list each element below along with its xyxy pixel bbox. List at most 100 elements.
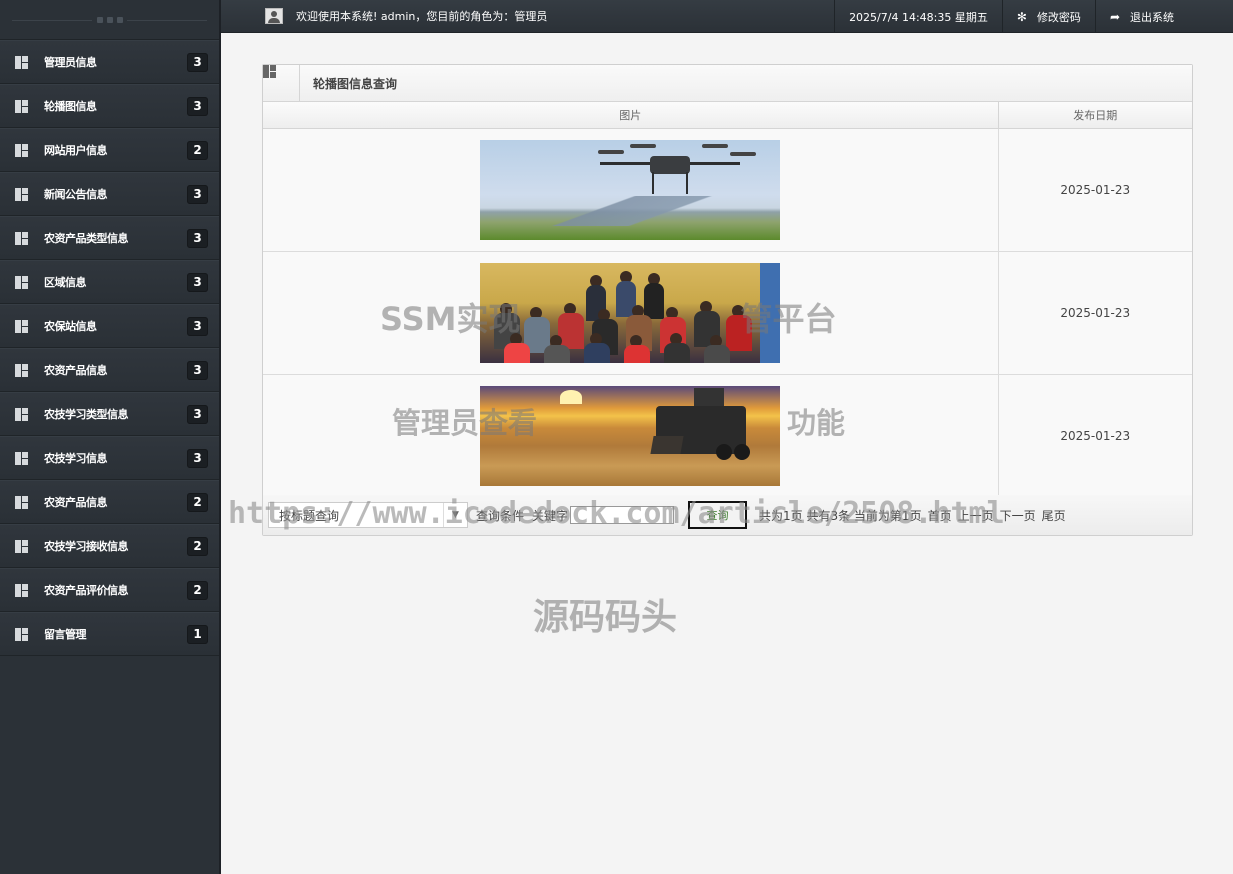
- gear-icon: ✻: [1016, 9, 1027, 24]
- sidebar-item-label: 农资产品信息: [44, 364, 108, 377]
- sidebar-header: [0, 0, 219, 40]
- count-badge: 3: [187, 404, 208, 424]
- sidebar-item-label: 农资产品类型信息: [44, 232, 129, 245]
- sidebar-item-label: 农技学习类型信息: [44, 408, 129, 421]
- grid-icon: [15, 583, 28, 597]
- keyword-input[interactable]: [570, 506, 675, 524]
- panel-title: 轮播图信息查询: [313, 76, 398, 91]
- sidebar-item-label: 农技学习接收信息: [44, 540, 129, 553]
- sidebar-item[interactable]: 农技学习接收信息 2: [0, 524, 219, 568]
- sidebar-item[interactable]: 农资产品类型信息 3: [0, 216, 219, 260]
- last-page-link[interactable]: 尾页: [1042, 507, 1066, 524]
- count-badge: 1: [187, 624, 208, 644]
- count-badge: 3: [187, 228, 208, 248]
- sidebar-item-label: 新闻公告信息: [44, 188, 108, 201]
- condition-label: 查询条件: [476, 508, 525, 523]
- table-header-row: 图片 发布日期: [263, 102, 1192, 129]
- grid-icon: [15, 55, 28, 69]
- sidebar-item[interactable]: 网站用户信息 2: [0, 128, 219, 172]
- grid-icon: [15, 187, 28, 201]
- sidebar-item[interactable]: 留言管理 1: [0, 612, 219, 656]
- grid-icon: [15, 363, 28, 377]
- keyword-label: 关键字: [532, 508, 569, 523]
- grid-icon: [15, 231, 28, 245]
- column-header-date: 发布日期: [998, 102, 1192, 129]
- date-cell: 2025-01-23: [998, 251, 1192, 375]
- count-badge: 2: [187, 492, 208, 512]
- change-password-label: 修改密码: [1036, 10, 1081, 24]
- date-cell: 2025-01-23: [998, 374, 1192, 498]
- user-avatar-icon: [265, 8, 283, 24]
- welcome-text: 欢迎使用本系统! admin，您目前的角色为：管理员: [296, 10, 548, 23]
- sidebar-item[interactable]: 轮播图信息 3: [0, 84, 219, 128]
- sidebar-item[interactable]: 农资产品信息 3: [0, 348, 219, 392]
- sidebar-item[interactable]: 区域信息 3: [0, 260, 219, 304]
- grid-icon: [15, 451, 28, 465]
- image-cell: [263, 128, 999, 252]
- column-header-image: 图片: [263, 102, 999, 129]
- crowd-field-image[interactable]: [480, 262, 781, 363]
- count-badge: 2: [187, 140, 208, 160]
- sidebar-item[interactable]: 农保站信息 3: [0, 304, 219, 348]
- sidebar-item[interactable]: 农资产品评价信息 2: [0, 568, 219, 612]
- next-page-link[interactable]: 下一页: [1000, 507, 1036, 524]
- sidebar-item[interactable]: 农技学习类型信息 3: [0, 392, 219, 436]
- sidebar-item-label: 农技学习信息: [44, 452, 108, 465]
- prev-page-link[interactable]: 上一页: [958, 507, 994, 524]
- sidebar-item-label: 农资产品评价信息: [44, 584, 129, 597]
- panel-header: 轮播图信息查询: [263, 64, 1192, 102]
- grid-icon: [15, 495, 28, 509]
- image-cell: [263, 374, 999, 498]
- chevron-down-icon: ▼: [443, 503, 467, 527]
- grid-icon: [15, 275, 28, 289]
- count-badge: 3: [187, 184, 208, 204]
- table-row: 2025-01-23: [263, 251, 1192, 375]
- drone-field-image[interactable]: [480, 139, 781, 240]
- carousel-panel: 轮播图信息查询 图片 发布日期 2025-01-23 2025-01-23 20…: [262, 64, 1193, 536]
- count-badge: 3: [187, 360, 208, 380]
- query-button[interactable]: 查询: [688, 501, 748, 529]
- date-cell: 2025-01-23: [998, 128, 1192, 252]
- count-badge: 2: [187, 536, 208, 556]
- sidebar-item-label: 区域信息: [44, 276, 87, 289]
- grid-icon: [15, 407, 28, 421]
- drag-handle-icon: [96, 16, 123, 23]
- carousel-table: 图片 发布日期 2025-01-23 2025-01-23 2025-01-23: [263, 102, 1192, 498]
- count-badge: 3: [187, 96, 208, 116]
- sidebar-item[interactable]: 管理员信息 3: [0, 40, 219, 84]
- top-bar: 欢迎使用本系统! admin，您目前的角色为：管理员 2025/7/4 14:4…: [221, 0, 1233, 33]
- datetime-display: 2025/7/4 14:48:35 星期五: [834, 0, 1002, 33]
- grid-icon: [15, 143, 28, 157]
- grid-icon: [15, 319, 28, 333]
- sidebar-item-label: 管理员信息: [44, 56, 97, 69]
- harvester-sunset-image[interactable]: [480, 385, 781, 486]
- logout-button[interactable]: ➦ 退出系统: [1094, 0, 1188, 33]
- sidebar-item-label: 农保站信息: [44, 320, 97, 333]
- table-row: 2025-01-23: [263, 374, 1192, 498]
- sidebar-item[interactable]: 新闻公告信息 3: [0, 172, 219, 216]
- datetime-text: 2025/7/4 14:48:35 星期五: [849, 10, 988, 24]
- table-row: 2025-01-23: [263, 128, 1192, 252]
- first-page-link[interactable]: 首页: [928, 507, 952, 524]
- share-arrow-icon: ➦: [1109, 9, 1120, 24]
- sidebar-item-label: 留言管理: [44, 628, 87, 641]
- grid-icon: [15, 539, 28, 553]
- logout-label: 退出系统: [1130, 10, 1174, 24]
- sidebar-item[interactable]: 农技学习信息 3: [0, 436, 219, 480]
- search-field-select[interactable]: 按标题查询 ▼: [268, 502, 468, 528]
- divider: [127, 20, 207, 21]
- count-badge: 2: [187, 580, 208, 600]
- divider: [12, 20, 92, 21]
- sidebar-item[interactable]: 农资产品信息 2: [0, 480, 219, 524]
- sidebar-menu: 管理员信息 3 轮播图信息 3 网站用户信息 2 新闻公告信息 3 农资产品类型信息 3 区域信息 3…: [0, 40, 219, 656]
- count-badge: 3: [187, 448, 208, 468]
- change-password-button[interactable]: ✻ 修改密码: [1001, 0, 1095, 33]
- search-pager-bar: 按标题查询 ▼ 查询条件 关键字 查询 共为1页 共有3条 当前为第1页 首页 …: [263, 495, 1192, 535]
- top-actions: 2025/7/4 14:48:35 星期五 ✻ 修改密码 ➦ 退出系统: [834, 0, 1188, 33]
- watermark-brand: 源码码头: [533, 597, 678, 638]
- search-field-value: 按标题查询: [279, 508, 340, 523]
- grid-icon: [15, 627, 28, 641]
- sidebar-item-label: 轮播图信息: [44, 100, 97, 113]
- sidebar-item-label: 农资产品信息: [44, 496, 108, 509]
- count-badge: 3: [187, 272, 208, 292]
